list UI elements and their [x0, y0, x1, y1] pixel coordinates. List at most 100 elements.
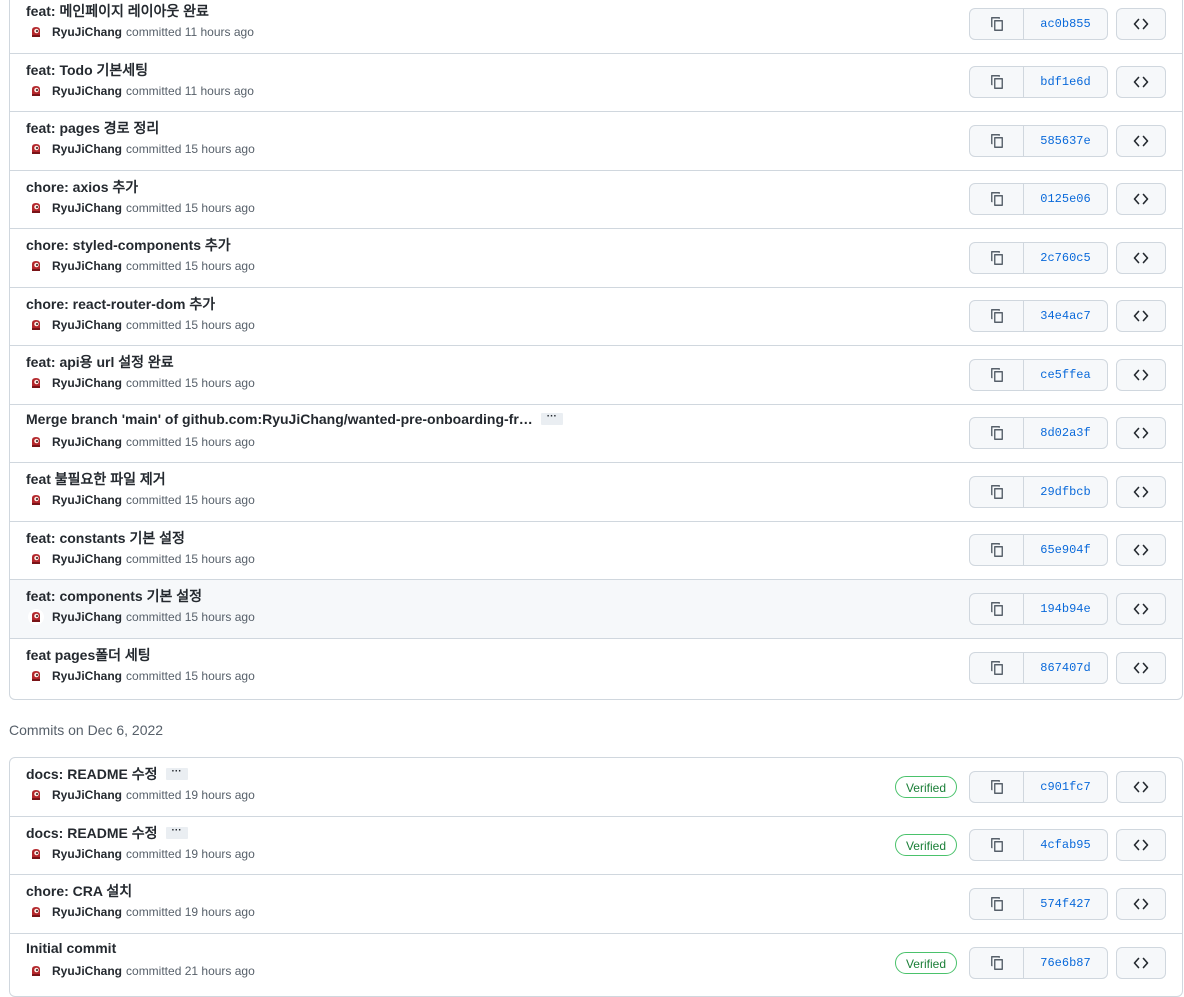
avatar[interactable]	[28, 375, 44, 391]
browse-repository-button[interactable]	[1116, 592, 1166, 625]
commit-sha-link[interactable]: bdf1e6d	[1024, 67, 1107, 97]
browse-repository-button[interactable]	[1116, 66, 1166, 99]
commit-author-link[interactable]: RyuJiChang	[52, 259, 122, 273]
commit-message-link[interactable]: chore: axios 추가	[26, 177, 138, 197]
commit-sha-link[interactable]: 65e904f	[1024, 535, 1107, 565]
copy-sha-button[interactable]	[970, 359, 1024, 390]
avatar[interactable]	[28, 492, 44, 508]
avatar[interactable]	[28, 199, 44, 216]
copy-sha-button[interactable]	[970, 8, 1024, 39]
commit-author-link[interactable]: RyuJiChang	[52, 201, 122, 215]
commit-author-link[interactable]: RyuJiChang	[52, 788, 122, 802]
commit-message-link[interactable]: feat: pages 경로 정리	[26, 118, 159, 138]
commit-sha-link[interactable]: 29dfbcb	[1024, 477, 1107, 507]
avatar[interactable]	[28, 433, 44, 450]
commit-author-link[interactable]: RyuJiChang	[52, 552, 122, 566]
copy-sha-button[interactable]	[970, 242, 1024, 273]
verified-badge[interactable]: Verified	[894, 834, 957, 857]
commit-sha-link[interactable]: 867407d	[1024, 653, 1107, 683]
avatar[interactable]	[28, 609, 44, 625]
commit-message-link[interactable]: feat: Todo 기본세팅	[26, 60, 148, 80]
copy-sha-button[interactable]	[970, 652, 1024, 683]
browse-repository-button[interactable]	[1116, 534, 1166, 567]
commit-author-link[interactable]: RyuJiChang	[52, 376, 122, 390]
commit-author-link[interactable]: RyuJiChang	[52, 84, 122, 98]
commit-sha-link[interactable]: 76e6b87	[1024, 948, 1107, 978]
commit-message-link[interactable]: feat 불필요한 파일 제거	[26, 469, 166, 489]
avatar[interactable]	[28, 904, 44, 920]
commit-message-link[interactable]: feat: 메인페이지 레이아웃 완료	[26, 1, 209, 21]
commit-message-link[interactable]: docs: README 수정	[26, 764, 158, 784]
verified-badge[interactable]: Verified	[894, 775, 957, 798]
avatar[interactable]	[28, 550, 44, 567]
verified-badge[interactable]: Verified	[894, 951, 957, 974]
commit-sha-link[interactable]: 8d02a3f	[1024, 418, 1107, 448]
commit-author-link[interactable]: RyuJiChang	[52, 964, 122, 978]
browse-repository-button[interactable]	[1116, 829, 1166, 862]
avatar[interactable]	[28, 24, 44, 40]
commit-sha-link[interactable]: ac0b855	[1024, 9, 1107, 39]
commit-sha-link[interactable]: 4cfab95	[1024, 830, 1107, 860]
commit-sha-link[interactable]: 194b94e	[1024, 594, 1107, 624]
browse-repository-button[interactable]	[1116, 300, 1166, 333]
expand-message-button[interactable]: ···	[165, 825, 188, 839]
avatar[interactable]	[28, 141, 44, 157]
browse-repository-button[interactable]	[1116, 124, 1166, 157]
commit-sha-link[interactable]: c901fc7	[1024, 772, 1107, 802]
commit-author-link[interactable]: RyuJiChang	[52, 435, 122, 449]
browse-repository-button[interactable]	[1116, 475, 1166, 508]
commit-message-link[interactable]: feat: api용 url 설정 완료	[26, 352, 174, 372]
copy-sha-button[interactable]	[970, 535, 1024, 566]
browse-repository-button[interactable]	[1116, 651, 1166, 684]
copy-sha-button[interactable]	[970, 125, 1024, 156]
commit-author-link[interactable]: RyuJiChang	[52, 847, 122, 861]
commit-message-link[interactable]: feat: components 기본 설정	[26, 586, 202, 606]
browse-repository-button[interactable]	[1116, 241, 1166, 274]
commit-message-link[interactable]: Merge branch 'main' of github.com:RyuJiC…	[26, 411, 533, 427]
copy-sha-button[interactable]	[970, 301, 1024, 332]
commit-message-link[interactable]: feat pages폴더 세팅	[26, 645, 151, 665]
commit-message-link[interactable]: chore: CRA 설치	[26, 881, 132, 901]
copy-sha-button[interactable]	[970, 888, 1024, 919]
browse-repository-button[interactable]	[1116, 887, 1166, 920]
commit-message-link[interactable]: docs: README 수정	[26, 823, 158, 843]
copy-sha-button[interactable]	[970, 771, 1024, 802]
avatar[interactable]	[28, 845, 44, 862]
browse-repository-button[interactable]	[1116, 770, 1166, 803]
copy-sha-button[interactable]	[970, 418, 1024, 449]
commit-author-link[interactable]: RyuJiChang	[52, 318, 122, 332]
commit-author-link[interactable]: RyuJiChang	[52, 25, 122, 39]
commit-author-link[interactable]: RyuJiChang	[52, 905, 122, 919]
avatar[interactable]	[28, 787, 44, 803]
commit-sha-link[interactable]: 34e4ac7	[1024, 301, 1107, 331]
commit-message-link[interactable]: Initial commit	[26, 940, 116, 956]
browse-repository-button[interactable]	[1116, 183, 1166, 216]
commit-sha-link[interactable]: 0125e06	[1024, 184, 1107, 214]
commit-sha-link[interactable]: 574f427	[1024, 889, 1107, 919]
copy-sha-button[interactable]	[970, 476, 1024, 507]
commit-message-link[interactable]: chore: styled-components 추가	[26, 235, 231, 255]
copy-sha-button[interactable]	[970, 947, 1024, 978]
copy-sha-button[interactable]	[970, 593, 1024, 624]
commit-author-link[interactable]: RyuJiChang	[52, 493, 122, 507]
expand-message-button[interactable]: ···	[540, 411, 563, 425]
avatar[interactable]	[28, 667, 44, 684]
commit-sha-link[interactable]: 2c760c5	[1024, 243, 1107, 273]
avatar[interactable]	[28, 82, 44, 99]
browse-repository-button[interactable]	[1116, 7, 1166, 40]
commit-author-link[interactable]: RyuJiChang	[52, 669, 122, 683]
copy-sha-button[interactable]	[970, 67, 1024, 98]
browse-repository-button[interactable]	[1116, 358, 1166, 391]
commit-message-link[interactable]: feat: constants 기본 설정	[26, 528, 185, 548]
commit-author-link[interactable]: RyuJiChang	[52, 142, 122, 156]
copy-sha-button[interactable]	[970, 830, 1024, 861]
copy-sha-button[interactable]	[970, 184, 1024, 215]
browse-repository-button[interactable]	[1116, 417, 1166, 450]
commit-author-link[interactable]: RyuJiChang	[52, 610, 122, 624]
avatar[interactable]	[28, 316, 44, 333]
avatar[interactable]	[28, 962, 44, 979]
commit-message-link[interactable]: chore: react-router-dom 추가	[26, 294, 215, 314]
avatar[interactable]	[28, 258, 44, 274]
expand-message-button[interactable]: ···	[165, 767, 188, 780]
commit-sha-link[interactable]: 585637e	[1024, 126, 1107, 156]
